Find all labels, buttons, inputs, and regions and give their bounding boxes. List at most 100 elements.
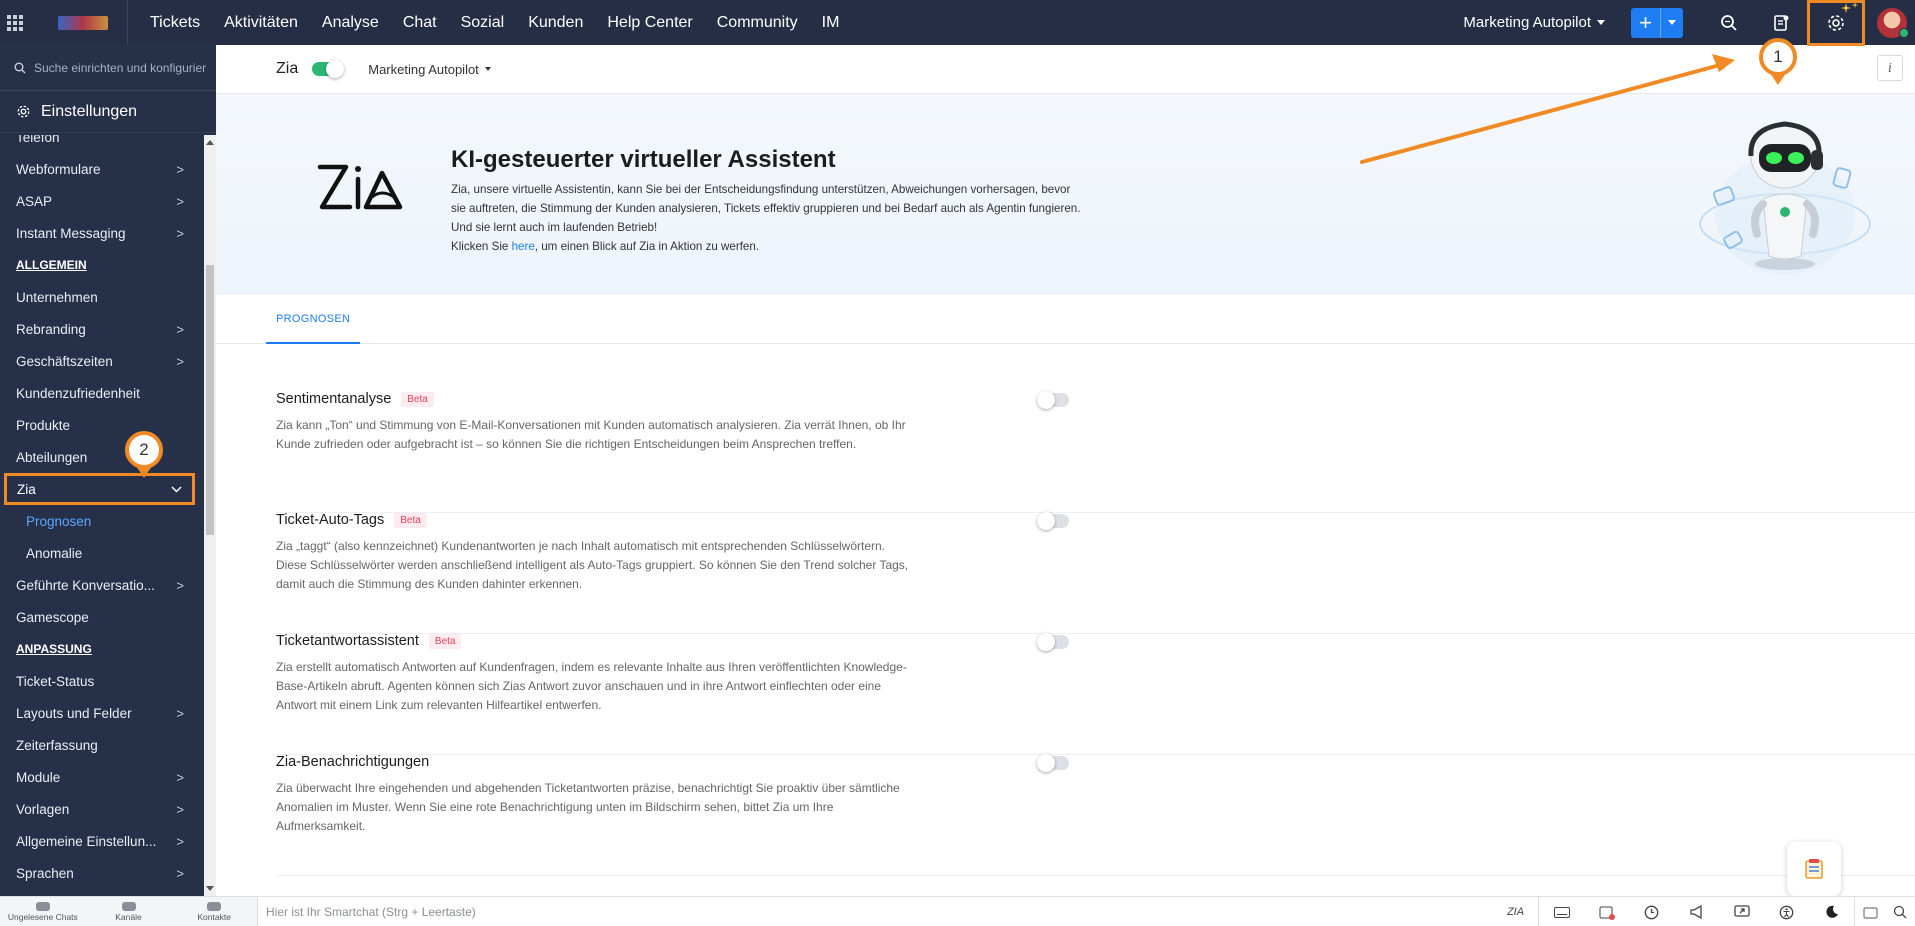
sidebar-item-gefuehrte-konversationen[interactable]: Geführte Konversatio... > — [0, 569, 204, 601]
feature-sentimentanalyse: Sentimentanalyse Beta Zia kann „Ton“ und … — [276, 391, 1915, 513]
beta-badge: Beta — [394, 512, 427, 528]
nav-sozial[interactable]: Sozial — [449, 0, 517, 45]
page-title: Zia — [276, 60, 299, 77]
ticketantwortassistent-toggle[interactable] — [1037, 633, 1069, 651]
tab-prognosen[interactable]: PROGNOSEN — [266, 294, 361, 344]
dark-mode-icon[interactable] — [1809, 897, 1854, 926]
notes-floating-button[interactable] — [1787, 842, 1841, 896]
quick-add-button[interactable]: + — [1631, 7, 1683, 38]
smartchat-input[interactable]: Hier ist Ihr Smartchat (Strg + Leertaste… — [266, 905, 476, 919]
clock-icon[interactable] — [1629, 897, 1674, 926]
top-navigation-bar: Tickets Aktivitäten Analyse Chat Sozial … — [0, 0, 1915, 46]
feature-zia-benachrichtigungen: Zia-Benachrichtigungen Zia überwacht Ihr… — [276, 754, 1915, 876]
gear-icon — [17, 105, 30, 118]
zia-tabs: PROGNOSEN — [216, 294, 1915, 344]
chevron-right-icon: > — [176, 321, 184, 337]
sidebar-nav: Telefon Webformulare > ASAP > Instant Mess… — [0, 135, 204, 896]
notepad-icon — [1805, 859, 1823, 879]
sidebar-subitem-anomalie[interactable]: Anomalie — [0, 537, 204, 569]
nav-community[interactable]: Community — [705, 0, 810, 45]
search-icon — [14, 62, 26, 73]
chevron-right-icon: > — [176, 769, 184, 785]
zia-benachrichtigungen-toggle[interactable] — [1037, 754, 1069, 772]
main-content: Zia Marketing Autopilot i KI-gesteuerter… — [216, 45, 1915, 896]
sidebar-item-zia[interactable]: Zia — [4, 473, 195, 505]
hero-here-link[interactable]: here — [512, 240, 535, 253]
feature-description: Zia „taggt“ (also kennzeichnet) Kundenan… — [276, 539, 909, 591]
apps-grid-icon[interactable] — [0, 0, 30, 45]
chevron-right-icon: > — [176, 193, 184, 209]
sidebar-section-allgemein: ALLGEMEIN — [16, 258, 87, 272]
scrollbar-thumb — [206, 265, 214, 535]
chevron-right-icon: > — [176, 353, 184, 369]
nav-aktivitaeten[interactable]: Aktivitäten — [212, 0, 310, 45]
department-switcher[interactable]: Marketing Autopilot — [1463, 14, 1605, 31]
sidebar-item-unternehmen[interactable]: Unternehmen — [0, 281, 204, 313]
plus-icon[interactable]: + — [1631, 7, 1661, 38]
nav-chat[interactable]: Chat — [391, 0, 449, 45]
main-menu: Tickets Aktivitäten Analyse Chat Sozial … — [138, 0, 851, 45]
sidebar-item-vorlagen[interactable]: Vorlagen > — [0, 793, 204, 825]
sidebar-item-asap[interactable]: ASAP > — [0, 185, 204, 217]
sidebar-item-instant-messaging[interactable]: Instant Messaging > — [0, 217, 204, 249]
nav-kunden[interactable]: Kunden — [516, 0, 595, 45]
beta-badge: Beta — [401, 391, 434, 407]
feature-ticket-auto-tags: Ticket-Auto-Tags Beta Zia „taggt“ (also k… — [276, 512, 1915, 634]
sidebar-item-zeiterfassung[interactable]: Zeiterfassung — [0, 729, 204, 761]
chat-bubbles-icon — [35, 902, 50, 911]
chevron-right-icon: > — [176, 833, 184, 849]
department-dropdown-label: Marketing Autopilot — [368, 61, 479, 77]
zia-bottom-button[interactable]: ZIA — [1493, 897, 1538, 926]
search-placeholder[interactable]: Suche einrichten und konfigurier — [34, 61, 206, 75]
chevron-down-icon — [171, 485, 182, 493]
settings-gear-button[interactable] — [1807, 0, 1865, 46]
sidebar-item-geschaeftszeiten[interactable]: Geschäftszeiten > — [0, 345, 204, 377]
chevron-right-icon: > — [176, 225, 184, 241]
sidebar-item-layouts-und-felder[interactable]: Layouts und Felder > — [0, 697, 204, 729]
sidebar-item-webformulare[interactable]: Webformulare > — [0, 153, 204, 185]
search-icon[interactable] — [1885, 897, 1915, 926]
feature-ticketantwortassistent: Ticketantwortassistent Beta Zia erstellt … — [276, 633, 1915, 755]
sidebar-item-produkte[interactable]: Produkte — [0, 409, 204, 441]
keyboard-icon[interactable] — [1539, 897, 1584, 926]
megaphone-icon[interactable] — [1674, 897, 1719, 926]
settings-search[interactable]: Suche einrichten und konfigurier — [0, 45, 216, 91]
feature-title: Ticket-Auto-Tags — [276, 512, 385, 528]
contacts-icon — [207, 902, 222, 911]
calendar-alert-icon[interactable] — [1584, 897, 1629, 926]
user-avatar[interactable] — [1877, 7, 1909, 38]
nav-analyse[interactable]: Analyse — [310, 0, 391, 45]
sidebar-item-sprachen[interactable]: Sprachen > — [0, 857, 204, 889]
sentimentanalyse-toggle[interactable] — [1037, 391, 1069, 409]
zia-master-toggle[interactable] — [312, 60, 345, 78]
sidebar-item-allgemeine-einstellungen[interactable]: Allgemeine Einstellun... > — [0, 825, 204, 857]
contacts-button[interactable]: Kontakte — [171, 897, 257, 926]
sidebar-item-ticket-status[interactable]: Ticket-Status — [0, 665, 204, 697]
search-icon[interactable] — [1703, 0, 1755, 45]
sidebar-item-telefon[interactable]: Telefon — [0, 135, 204, 153]
sidebar-item-rebranding[interactable]: Rebranding > — [0, 313, 204, 345]
accessibility-icon[interactable] — [1764, 897, 1809, 926]
nav-help-center[interactable]: Help Center — [595, 0, 704, 45]
sidebar-item-module[interactable]: Module > — [0, 761, 204, 793]
sidebar-section-anpassung: ANPASSUNG — [16, 642, 92, 656]
quick-add-dropdown[interactable] — [1661, 20, 1683, 25]
nav-im[interactable]: IM — [810, 0, 852, 45]
zia-hero-banner: KI-gesteuerter virtueller Assistent Zia,… — [216, 94, 1915, 294]
company-logo[interactable] — [38, 0, 128, 45]
sidebar-item-kundenzufriedenheit[interactable]: Kundenzufriedenheit — [0, 377, 204, 409]
sidebar-subitem-prognosen[interactable]: Prognosen — [0, 505, 204, 537]
info-button[interactable]: i — [1877, 55, 1903, 81]
feature-description: Zia erstellt automatisch Antworten auf K… — [276, 660, 907, 712]
department-dropdown[interactable]: Marketing Autopilot — [368, 62, 491, 77]
sidebar-scrollbar[interactable] — [204, 135, 216, 896]
nav-tickets[interactable]: Tickets — [138, 0, 212, 45]
ticket-auto-tags-toggle[interactable] — [1037, 512, 1069, 530]
sidebar-item-abteilungen[interactable]: Abteilungen — [0, 441, 204, 473]
notifications-tray-icon[interactable] — [1855, 897, 1885, 926]
sidebar-item-zia-label: Zia — [17, 481, 36, 497]
unread-chats-button[interactable]: Ungelesene Chats — [0, 897, 86, 926]
share-screen-icon[interactable] — [1719, 897, 1764, 926]
channels-button[interactable]: Kanäle — [86, 897, 172, 926]
sidebar-item-gamescope[interactable]: Gamescope — [0, 601, 204, 633]
